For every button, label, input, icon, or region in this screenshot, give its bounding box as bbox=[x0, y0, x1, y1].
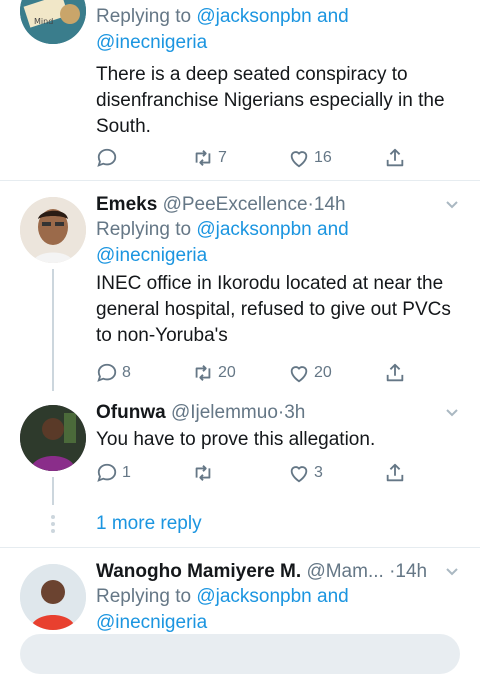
avatar[interactable] bbox=[20, 564, 86, 630]
replying-to-label: Replying to bbox=[96, 219, 192, 240]
like-button[interactable]: 20 bbox=[288, 361, 332, 385]
display-name[interactable]: Wanogho Mamiyere M. bbox=[96, 561, 301, 582]
user-handle[interactable]: @Mam... bbox=[306, 561, 383, 582]
like-count: 3 bbox=[314, 464, 323, 481]
heart-icon bbox=[290, 366, 308, 383]
chevron-down-icon[interactable] bbox=[444, 197, 460, 213]
share-icon bbox=[386, 363, 404, 382]
tweet-4[interactable]: Wanogho Mamiyere M. @Mam... ·14h Replyin… bbox=[0, 548, 480, 674]
retweet-button[interactable] bbox=[192, 461, 218, 485]
user-handle[interactable]: @Ijelemmuo bbox=[171, 402, 278, 423]
timestamp[interactable]: 3h bbox=[284, 402, 305, 423]
retweet-icon bbox=[195, 150, 211, 166]
replying-to-label: Replying to bbox=[96, 6, 192, 27]
tweet-header: Wanogho Mamiyere M. @Mam... ·14h bbox=[96, 560, 460, 584]
display-name[interactable]: Ofunwa bbox=[96, 402, 166, 423]
retweet-count: 20 bbox=[218, 364, 236, 381]
reply-button[interactable]: 1 bbox=[96, 461, 131, 485]
share-button[interactable] bbox=[384, 146, 406, 170]
reply-button[interactable] bbox=[96, 146, 122, 170]
share-icon bbox=[386, 463, 404, 482]
replying-to: Replying to @jacksonpbn and bbox=[96, 217, 460, 243]
mention-link[interactable]: @inecnigeria bbox=[96, 612, 207, 633]
retweet-icon bbox=[195, 465, 211, 481]
tweet-actions: 8 20 20 bbox=[96, 361, 416, 385]
retweet-button[interactable]: 20 bbox=[192, 361, 236, 385]
tweet-text: There is a deep seated conspiracy to dis… bbox=[96, 64, 445, 137]
share-icon bbox=[386, 148, 404, 167]
share-button[interactable] bbox=[384, 461, 406, 485]
avatar[interactable] bbox=[20, 197, 86, 263]
mention-link[interactable]: @inecnigeria bbox=[96, 245, 207, 266]
tweet-text: INEC office in Ikorodu located at near t… bbox=[96, 273, 451, 346]
reply-count: 8 bbox=[122, 364, 131, 381]
tweet-actions: 1 3 bbox=[96, 461, 416, 485]
mention-link[interactable]: @jacksonpbn and bbox=[196, 586, 348, 607]
replying-to: Replying to @jacksonpbn and bbox=[96, 584, 460, 610]
heart-icon bbox=[290, 151, 308, 168]
avatar[interactable] bbox=[20, 405, 86, 471]
retweet-count: 7 bbox=[218, 149, 227, 166]
replying-to-label: Replying to bbox=[96, 586, 192, 607]
more-replies-link[interactable]: 1 more reply bbox=[96, 513, 202, 535]
tweet-3[interactable]: Ofunwa @Ijelemmuo·3h You have to prove t… bbox=[0, 391, 480, 547]
reply-icon bbox=[97, 363, 117, 382]
share-button[interactable] bbox=[384, 361, 406, 385]
reply-button[interactable]: 8 bbox=[96, 361, 131, 385]
like-count: 16 bbox=[314, 149, 332, 166]
chevron-down-icon[interactable] bbox=[444, 564, 460, 580]
mention-link[interactable]: @inecnigeria bbox=[96, 32, 207, 53]
timestamp[interactable]: 14h bbox=[314, 194, 346, 215]
replying-to: Replying to @jacksonpbn and bbox=[96, 4, 460, 30]
chevron-down-icon[interactable] bbox=[444, 405, 460, 421]
reply-icon bbox=[97, 148, 117, 167]
mention-link[interactable]: @jacksonpbn and bbox=[196, 219, 348, 240]
tweet-actions: 7 16 bbox=[96, 146, 416, 170]
tweet-text: You have to prove this allegation. bbox=[96, 429, 376, 450]
retweet-button[interactable]: 7 bbox=[192, 146, 227, 170]
thread-line bbox=[52, 477, 54, 505]
like-count: 20 bbox=[314, 364, 332, 381]
thread-line bbox=[52, 269, 54, 391]
avatar[interactable]: Mind bbox=[20, 0, 86, 44]
tweet-header: Emeks @PeeExcellence·14h bbox=[96, 193, 460, 217]
tweet-header: Ofunwa @Ijelemmuo·3h bbox=[96, 401, 460, 425]
reply-compose-bar[interactable] bbox=[20, 634, 460, 674]
timestamp[interactable]: 14h bbox=[395, 561, 427, 582]
thread-dots bbox=[50, 515, 56, 536]
tweet-2[interactable]: Emeks @PeeExcellence·14h Replying to @ja… bbox=[0, 181, 480, 391]
mention-link[interactable]: @jacksonpbn and bbox=[196, 6, 348, 27]
tweet-1[interactable]: Mind Replying to @jacksonpbn and @inecni… bbox=[0, 0, 480, 180]
reply-icon bbox=[97, 463, 117, 482]
reply-count: 1 bbox=[122, 464, 131, 481]
user-handle[interactable]: @PeeExcellence bbox=[163, 194, 308, 215]
like-button[interactable]: 16 bbox=[288, 146, 332, 170]
display-name[interactable]: Emeks bbox=[96, 194, 157, 215]
retweet-icon bbox=[195, 365, 211, 381]
like-button[interactable]: 3 bbox=[288, 461, 323, 485]
svg-text:Mind: Mind bbox=[34, 17, 53, 26]
heart-icon bbox=[290, 466, 308, 483]
